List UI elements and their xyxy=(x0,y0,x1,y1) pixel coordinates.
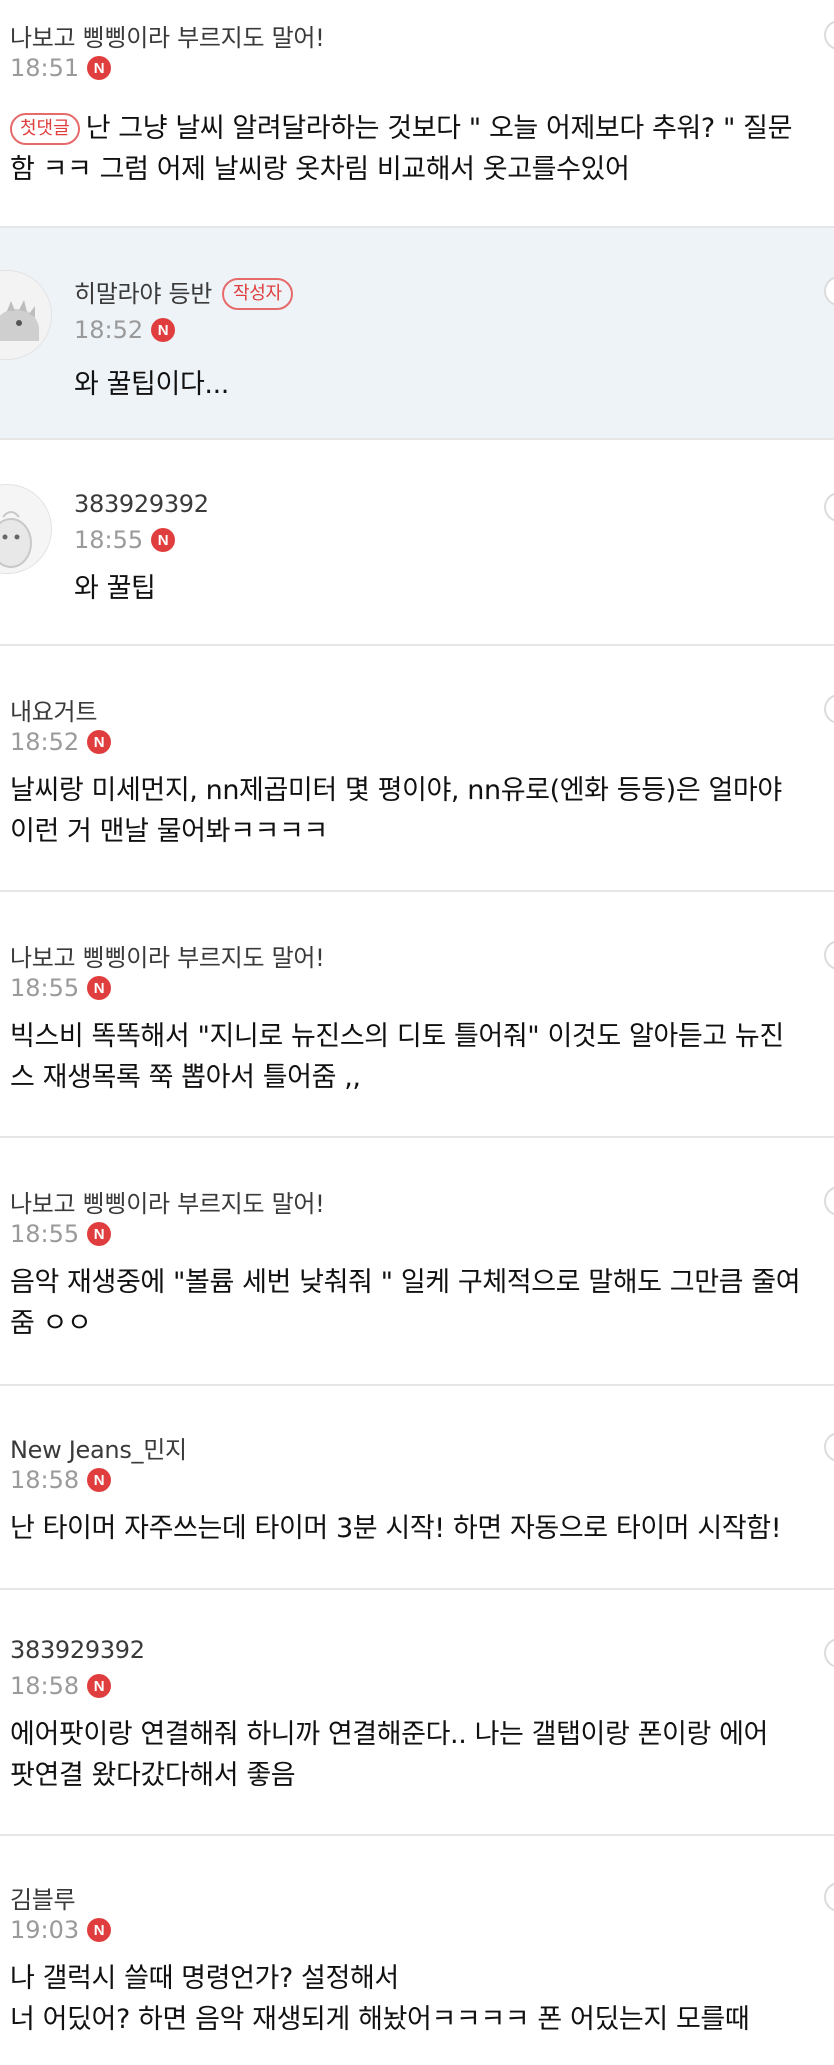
comment-author[interactable]: New Jeans_민지 xyxy=(10,1430,187,1465)
more-options-icon[interactable] xyxy=(824,1432,834,1462)
comment-text-line: 나 갤럭시 쓸때 명령언가? 설정해서 xyxy=(10,1963,399,1994)
comment-meta: 18:55 N xyxy=(10,974,112,1002)
comment-text-line: 줌 ㅇㅇ xyxy=(10,1308,92,1339)
new-badge-icon: N xyxy=(151,528,176,552)
comment-text-line: 이런 거 맨날 물어봐ㅋㅋㅋㅋ xyxy=(10,816,328,847)
comment-meta: 18:55 N xyxy=(74,526,176,554)
comment-text-line: 와 꿀팁 xyxy=(74,573,156,604)
comment-author[interactable]: 내요거트 xyxy=(10,692,97,727)
avatar[interactable] xyxy=(0,270,52,360)
comment-time: 19:03 xyxy=(10,1916,80,1944)
new-badge-icon: N xyxy=(87,730,112,754)
comment-meta: 19:03 N xyxy=(10,1916,112,1944)
comment-body: 와 꿀팁 xyxy=(74,568,826,609)
comment-author[interactable]: 383929392 xyxy=(10,1636,145,1664)
comment-item: New Jeans_민지 18:58 N 난 타이머 자주쓰는데 타이머 3분 … xyxy=(0,1386,834,1590)
comment-time: 18:51 xyxy=(10,54,80,82)
comment-item: 383929392 18:58 N 에어팟이랑 연결해줘 하니까 연결해준다..… xyxy=(0,1590,834,1836)
comment-text-line: 음악 재생중에 "볼륨 세번 낮춰줘 " 일케 구체적으로 말해도 그만큼 줄여 xyxy=(10,1267,801,1298)
comment-meta: 18:58 N xyxy=(10,1672,112,1700)
comment-time: 18:55 xyxy=(10,1220,80,1248)
comment-time: 18:55 xyxy=(10,974,80,1002)
more-options-icon[interactable] xyxy=(824,20,834,50)
comment-time: 18:58 xyxy=(10,1466,80,1494)
comment-author-row: 히말라야 등반 작성자 xyxy=(74,274,293,310)
new-badge-icon: N xyxy=(87,56,112,80)
comment-author[interactable]: 나보고 삥삥이라 부르지도 말어! xyxy=(10,18,325,53)
comment-time: 18:58 xyxy=(10,1672,80,1700)
more-options-icon[interactable] xyxy=(824,276,834,306)
avatar-dinosaur-icon xyxy=(0,271,51,359)
more-options-icon[interactable] xyxy=(824,1186,834,1216)
comment-item: 나보고 삥삥이라 부르지도 말어! 18:55 N 음악 재생중에 "볼륨 세번… xyxy=(0,1138,834,1386)
comment-meta: 18:51 N xyxy=(10,54,112,82)
comment-body: 빅스비 똑똑해서 "지니로 뉴진스의 디토 틀어줘" 이것도 알아듣고 뉴진 스… xyxy=(10,1016,826,1098)
more-options-icon[interactable] xyxy=(824,1638,834,1668)
comment-text-line: 난 타이머 자주쓰는데 타이머 3분 시작! 하면 자동으로 타이머 시작함! xyxy=(10,1513,782,1544)
comment-text-line: 에어팟이랑 연결해줘 하니까 연결해준다.. 나는 갤탭이랑 폰이랑 에어 xyxy=(10,1719,768,1750)
comment-text-line: 스 재생목록 쭉 뽑아서 틀어줌 ,, xyxy=(10,1062,361,1093)
comment-author[interactable]: 김블루 xyxy=(10,1880,76,1915)
comment-item: 내요거트 18:52 N 날씨랑 미세먼지, nn제곱미터 몇 평이야, nn유… xyxy=(0,646,834,892)
new-badge-icon: N xyxy=(87,976,112,1000)
comment-meta: 18:58 N xyxy=(10,1466,112,1494)
writer-tag: 작성자 xyxy=(222,278,293,310)
comment-text-line: 함 ㅋㅋ 그럼 어제 날씨랑 옷차림 비교해서 옷고를수있어 xyxy=(10,154,630,185)
comment-body: 에어팟이랑 연결해줘 하니까 연결해준다.. 나는 갤탭이랑 폰이랑 에어 팟연… xyxy=(10,1714,826,1796)
comment-author[interactable]: 383929392 xyxy=(74,490,209,518)
new-badge-icon: N xyxy=(87,1674,112,1698)
comment-time: 18:52 xyxy=(74,316,144,344)
avatar[interactable] xyxy=(0,484,52,574)
comment-text-line: 와 꿀팁이다... xyxy=(74,369,229,400)
comment-item: 383929392 18:55 N 와 꿀팁 xyxy=(0,440,834,646)
comment-author[interactable]: 히말라야 등반 xyxy=(74,280,212,308)
comment-item: 나보고 삥삥이라 부르지도 말어! 18:55 N 빅스비 똑똑해서 "지니로 … xyxy=(0,892,834,1138)
avatar-character-icon xyxy=(0,485,51,573)
comment-body: 나 갤럭시 쓸때 명령언가? 설정해서 너 어딨어? 하면 음악 재생되게 해놨… xyxy=(10,1958,826,2040)
comment-item-author-reply: 히말라야 등반 작성자 18:52 N 와 꿀팁이다... xyxy=(0,228,834,440)
new-badge-icon: N xyxy=(87,1918,112,1942)
comment-meta: 18:52 N xyxy=(10,728,112,756)
comment-text-line: 날씨랑 미세먼지, nn제곱미터 몇 평이야, nn유로(엔화 등등)은 얼마야 xyxy=(10,775,782,806)
comment-text-line: 너 어딨어? 하면 음악 재생되게 해놨어ㅋㅋㅋㅋ 폰 어딨는지 모를때 xyxy=(10,2004,750,2035)
comment-body: 와 꿀팁이다... xyxy=(74,364,826,405)
comment-meta: 18:52 N xyxy=(74,316,176,344)
comment-body: 음악 재생중에 "볼륨 세번 낮춰줘 " 일케 구체적으로 말해도 그만큼 줄여… xyxy=(10,1262,826,1344)
more-options-icon[interactable] xyxy=(824,492,834,522)
first-comment-tag: 첫댓글 xyxy=(10,113,80,145)
comment-meta: 18:55 N xyxy=(10,1220,112,1248)
comment-body: 첫댓글 난 그냥 날씨 알려달라하는 것보다 " 오늘 어제보다 추워? " 질문… xyxy=(10,108,826,190)
comment-body: 날씨랑 미세먼지, nn제곱미터 몇 평이야, nn유로(엔화 등등)은 얼마야… xyxy=(10,770,826,852)
new-badge-icon: N xyxy=(87,1468,112,1492)
comment-text-line: 난 그냥 날씨 알려달라하는 것보다 " 오늘 어제보다 추워? " 질문 xyxy=(85,113,793,144)
comment-author[interactable]: 나보고 삥삥이라 부르지도 말어! xyxy=(10,1184,325,1219)
comment-text-line: 팟연결 왔다갔다해서 좋음 xyxy=(10,1760,296,1791)
more-options-icon[interactable] xyxy=(824,694,834,724)
comment-author[interactable]: 나보고 삥삥이라 부르지도 말어! xyxy=(10,938,325,973)
new-badge-icon: N xyxy=(87,1222,112,1246)
comment-item: 김블루 19:03 N 나 갤럭시 쓸때 명령언가? 설정해서 너 어딨어? 하… xyxy=(0,1836,834,2065)
more-options-icon[interactable] xyxy=(824,1882,834,1912)
comment-body: 난 타이머 자주쓰는데 타이머 3분 시작! 하면 자동으로 타이머 시작함! xyxy=(10,1508,826,1549)
comment-time: 18:55 xyxy=(74,526,144,554)
comment-text-line: 빅스비 똑똑해서 "지니로 뉴진스의 디토 틀어줘" 이것도 알아듣고 뉴진 xyxy=(10,1021,784,1052)
comment-item: 나보고 삥삥이라 부르지도 말어! 18:51 N 첫댓글 난 그냥 날씨 알려달… xyxy=(0,0,834,228)
new-badge-icon: N xyxy=(151,318,176,342)
comment-time: 18:52 xyxy=(10,728,80,756)
more-options-icon[interactable] xyxy=(824,940,834,970)
